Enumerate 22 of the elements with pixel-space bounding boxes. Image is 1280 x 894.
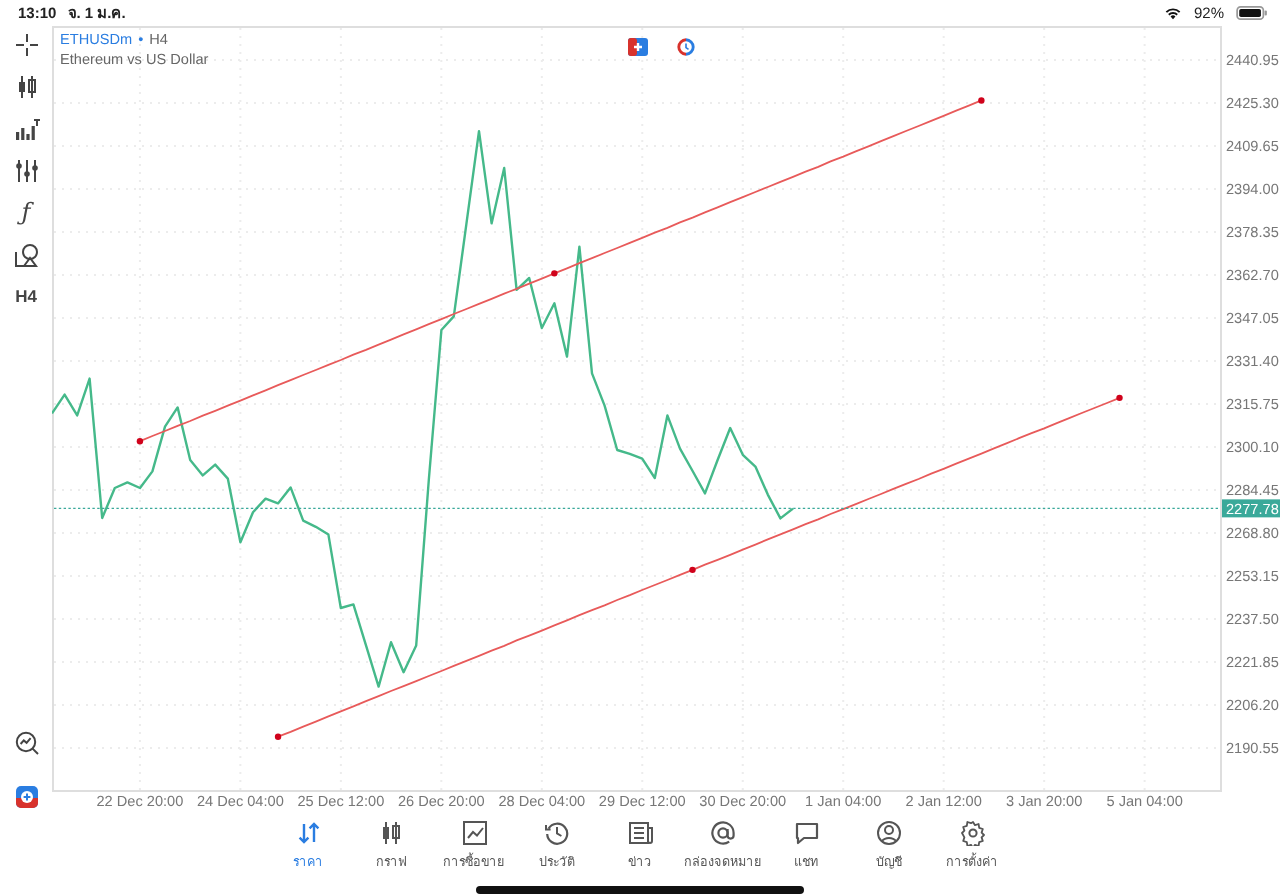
battery-icon <box>1236 5 1268 20</box>
trade-levels-icon[interactable] <box>676 37 696 56</box>
sliders-icon[interactable] <box>13 157 39 184</box>
chart-magnifier-icon[interactable] <box>13 729 39 756</box>
indicators-icon[interactable] <box>13 115 39 142</box>
one-click-trading-icon[interactable] <box>628 37 648 56</box>
wifi-icon <box>1163 5 1182 20</box>
line-chart-icon <box>461 819 487 846</box>
crosshair-icon[interactable] <box>13 31 39 58</box>
candlestick-icon[interactable] <box>13 73 39 100</box>
function-button[interactable]: ƒ <box>21 199 31 226</box>
person-icon <box>876 819 902 846</box>
price-arrows-icon <box>295 819 321 846</box>
candlestick-icon <box>378 819 404 846</box>
history-icon <box>544 819 570 846</box>
at-sign-icon <box>710 819 736 846</box>
trade-icon[interactable] <box>13 783 39 810</box>
shapes-icon[interactable] <box>13 241 39 268</box>
newspaper-icon <box>627 819 653 846</box>
settings-icon <box>959 819 985 846</box>
chat-bubble-icon <box>793 819 819 846</box>
timeframe-button[interactable]: H4 <box>15 283 37 310</box>
